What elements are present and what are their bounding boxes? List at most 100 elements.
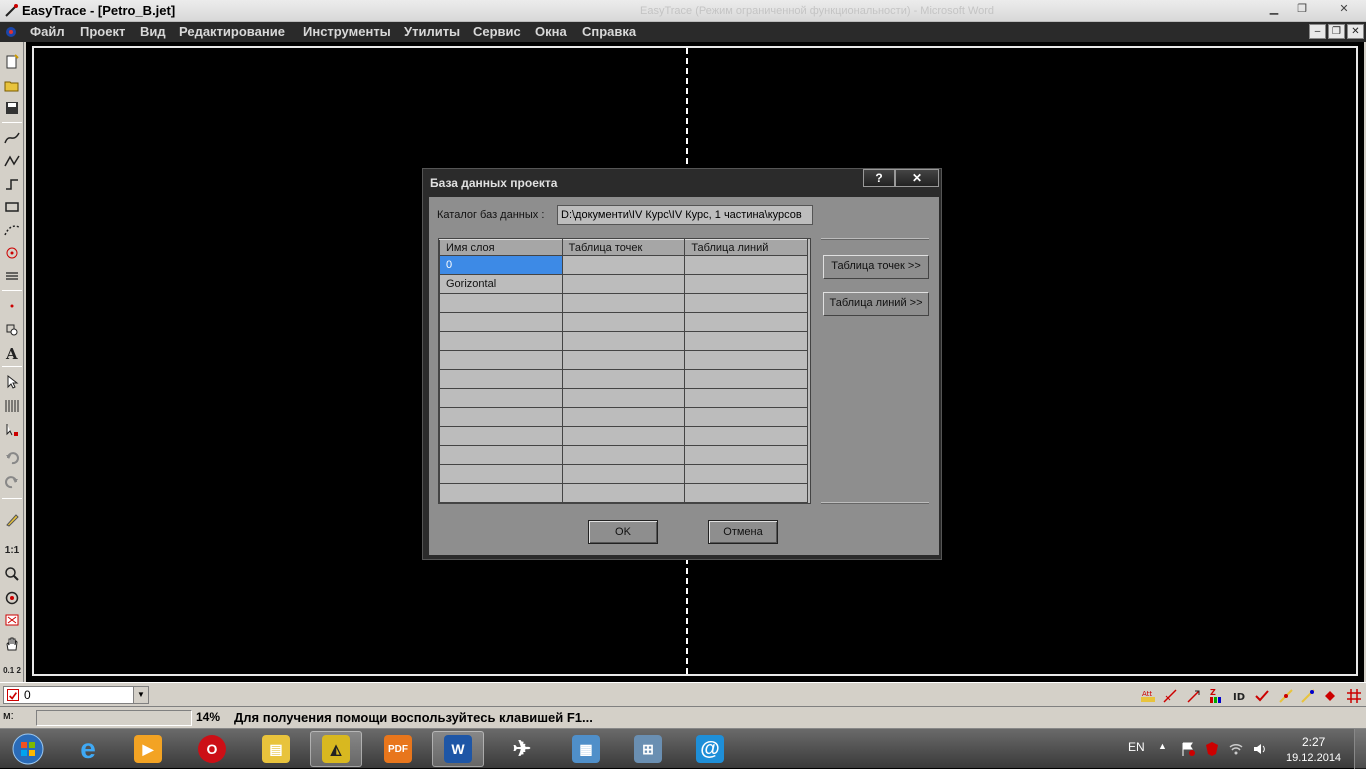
text-tool-icon[interactable]: A: [2, 343, 22, 363]
curve-tool-icon[interactable]: [2, 128, 22, 148]
table-cell[interactable]: [684, 255, 808, 275]
table-cell[interactable]: [684, 483, 808, 503]
table-row[interactable]: [439, 464, 808, 484]
table-cell[interactable]: [561, 331, 686, 351]
table-cell[interactable]: [684, 464, 808, 484]
clock-time[interactable]: 2:27: [1302, 735, 1325, 749]
volume-icon[interactable]: [1252, 741, 1268, 757]
check-tool-icon[interactable]: [1252, 687, 1272, 705]
points-table-button[interactable]: Таблица точек >>: [823, 255, 929, 279]
join-line-icon[interactable]: [1298, 687, 1318, 705]
table-scrollbar[interactable]: [807, 239, 810, 503]
wifi-icon[interactable]: [1228, 741, 1244, 757]
table-cell[interactable]: [684, 350, 808, 370]
table-cell[interactable]: [561, 445, 686, 465]
taskbar-microsoft-word[interactable]: W: [432, 731, 484, 767]
table-cell[interactable]: [439, 407, 563, 427]
table-cell[interactable]: [561, 369, 686, 389]
point-tool-icon[interactable]: [2, 296, 22, 316]
node-edit-icon[interactable]: [2, 420, 22, 440]
taskbar-mail-app[interactable]: @: [684, 731, 736, 767]
table-cell[interactable]: [439, 331, 563, 351]
table-row[interactable]: [439, 331, 808, 351]
zoom-extents-icon[interactable]: [2, 610, 22, 630]
multi-select-icon[interactable]: [2, 396, 22, 416]
table-cell[interactable]: [684, 388, 808, 408]
pencil-icon[interactable]: [2, 510, 22, 530]
table-cell[interactable]: [439, 293, 563, 313]
table-cell[interactable]: 0: [439, 255, 563, 275]
taskbar-network-app[interactable]: ⊞: [622, 731, 674, 767]
action-center-flag-icon[interactable]: [1180, 741, 1196, 757]
split-line-icon[interactable]: [1276, 687, 1296, 705]
table-cell[interactable]: Gorizontal: [439, 274, 563, 294]
table-cell[interactable]: [561, 464, 686, 484]
minimize-button[interactable]: ▁: [1262, 2, 1286, 17]
column-header-points-table[interactable]: Таблица точек: [561, 239, 686, 256]
table-cell[interactable]: [439, 464, 563, 484]
attribute-tool-icon[interactable]: Att: [1138, 687, 1158, 705]
z-value-icon[interactable]: Z: [1206, 687, 1226, 705]
taskbar-media-player[interactable]: ▶: [122, 731, 174, 767]
table-cell[interactable]: [439, 312, 563, 332]
select-arrow-icon[interactable]: [2, 372, 22, 392]
mdi-minimize-button[interactable]: –: [1309, 24, 1326, 39]
save-icon[interactable]: [2, 98, 22, 118]
grid-tool-icon[interactable]: [1344, 687, 1364, 705]
table-row[interactable]: [439, 388, 808, 408]
antivirus-tray-icon[interactable]: [1204, 741, 1220, 757]
table-cell[interactable]: [561, 388, 686, 408]
zoom-region-icon[interactable]: [2, 588, 22, 608]
chevron-down-icon[interactable]: ▼: [133, 687, 148, 703]
taskbar-opera[interactable]: O: [186, 731, 238, 767]
dialog-help-button[interactable]: ?: [863, 169, 895, 187]
table-cell[interactable]: [561, 483, 686, 503]
catalog-path-field[interactable]: D:\документи\IV Курс\IV Курс, 1 частина\…: [557, 205, 813, 225]
table-cell[interactable]: [561, 407, 686, 427]
open-folder-icon[interactable]: [2, 75, 22, 95]
menu-view[interactable]: Вид: [140, 24, 166, 39]
undo-icon[interactable]: [2, 448, 22, 468]
table-row[interactable]: [439, 312, 808, 332]
lines-table-button[interactable]: Таблица линий >>: [823, 292, 929, 316]
mdi-close-button[interactable]: ✕: [1347, 24, 1364, 39]
table-row[interactable]: [439, 350, 808, 370]
cancel-button[interactable]: Отмена: [708, 520, 778, 544]
taskbar-pdf-reader[interactable]: PDF: [372, 731, 424, 767]
start-button[interactable]: [0, 731, 56, 767]
id-tool-icon[interactable]: ID: [1230, 687, 1250, 705]
close-window-button[interactable]: ✕: [1326, 2, 1362, 17]
taskbar-easytrace[interactable]: ◭: [310, 731, 362, 767]
coordinates-button[interactable]: 0.1 2: [2, 660, 22, 680]
taskbar-file-explorer[interactable]: ▤: [250, 731, 302, 767]
layer-visible-checkbox-icon[interactable]: [7, 689, 19, 701]
show-hidden-icons-chevron-icon[interactable]: ▲: [1158, 741, 1174, 757]
table-cell[interactable]: [561, 255, 686, 275]
table-cell[interactable]: [684, 274, 808, 294]
table-row[interactable]: Gorizontal: [439, 274, 808, 294]
taskbar-internet-explorer[interactable]: e: [62, 731, 114, 767]
table-cell[interactable]: [684, 407, 808, 427]
step-line-tool-icon[interactable]: [2, 174, 22, 194]
table-cell[interactable]: [561, 426, 686, 446]
table-cell[interactable]: [439, 369, 563, 389]
document-system-icon[interactable]: [4, 25, 18, 39]
show-desktop-button[interactable]: [1354, 729, 1366, 769]
menu-project[interactable]: Проект: [80, 24, 125, 39]
menu-windows[interactable]: Окна: [535, 24, 567, 39]
table-cell[interactable]: [684, 426, 808, 446]
point-target-tool-icon[interactable]: [2, 243, 22, 263]
table-cell[interactable]: [561, 274, 686, 294]
language-indicator[interactable]: EN: [1128, 740, 1145, 754]
line-direction-icon[interactable]: [1160, 687, 1180, 705]
pan-hand-icon[interactable]: [2, 634, 22, 654]
clock-date[interactable]: 19.12.2014: [1286, 752, 1341, 764]
layer-table[interactable]: Имя слоя Таблица точек Таблица линий 0 Go…: [438, 238, 811, 504]
menu-service[interactable]: Сервис: [473, 24, 521, 39]
table-cell[interactable]: [439, 426, 563, 446]
table-cell[interactable]: [684, 369, 808, 389]
table-row[interactable]: [439, 445, 808, 465]
menu-tools[interactable]: Инструменты: [303, 24, 391, 39]
symbol-tool-icon[interactable]: [2, 320, 22, 340]
column-header-layer-name[interactable]: Имя слоя: [439, 239, 563, 256]
